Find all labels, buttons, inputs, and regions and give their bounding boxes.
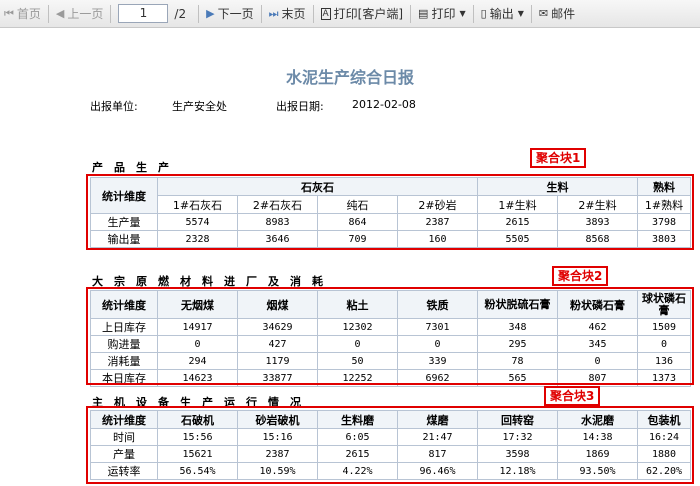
toolbar-divider — [530, 4, 532, 23]
export-button[interactable]: ▯ 输出 ▼ — [477, 3, 528, 25]
unit-label: 出报单位: — [90, 100, 138, 113]
print-client-button[interactable]: A 打印[客户端] — [317, 3, 408, 25]
toolbar-divider — [472, 4, 474, 23]
toolbar-divider — [47, 4, 49, 23]
aggregate-block-badge-1: 聚合块1 — [530, 148, 587, 168]
aggregate-block-badge-2: 聚合块2 — [552, 266, 609, 286]
printer-icon: ▤ — [418, 7, 429, 20]
toolbar-divider — [410, 4, 412, 23]
toolbar-divider — [260, 4, 262, 23]
chevron-down-icon: ▼ — [459, 9, 466, 18]
report-toolbar: ⏮ 首页 ◀ 上一页 1 /2 ▶ 下一页 ⏭ 末页 A 打印[客户端] ▤ 打印 ▼ ▯ 输出… — [0, 0, 700, 28]
aggregate-block-badge-3: 聚合块3 — [544, 386, 601, 406]
aggregate-block-outline-3 — [86, 406, 694, 484]
date-label: 出报日期: — [276, 100, 324, 113]
last-page-button[interactable]: ⏭ 末页 — [265, 3, 310, 25]
toolbar-divider — [198, 4, 200, 23]
print-button[interactable]: ▤ 打印 ▼ — [414, 3, 470, 25]
page-number-input[interactable]: 1 — [118, 4, 169, 23]
prev-page-label: 上一页 — [67, 7, 104, 21]
last-page-label: 末页 — [281, 7, 306, 21]
page-total: /2 — [174, 6, 187, 21]
first-page-label: 首页 — [16, 7, 41, 21]
toolbar-divider — [110, 4, 112, 23]
next-page-button[interactable]: ▶ 下一页 — [202, 3, 257, 25]
section-product-production: 产 品 生 产 — [92, 161, 169, 174]
aggregate-block-outline-2 — [86, 287, 694, 385]
print-client-label: 打印[客户端] — [333, 7, 404, 21]
print-label: 打印 — [431, 7, 456, 21]
aggregate-block-outline-1 — [86, 174, 694, 250]
first-page-icon: ⏮ — [4, 6, 14, 20]
export-label: 输出 — [489, 7, 514, 21]
prev-page-button[interactable]: ◀ 上一页 — [52, 3, 107, 25]
toolbar-divider — [312, 4, 314, 23]
next-page-icon: ▶ — [206, 7, 215, 20]
report-title: 水泥生产综合日报 — [285, 68, 414, 87]
export-icon: ▯ — [480, 7, 487, 20]
date-value: 2012-02-08 — [352, 98, 416, 111]
unit-value: 生产安全处 — [172, 100, 227, 113]
mail-icon: ✉ — [538, 7, 549, 20]
first-page-button[interactable]: ⏮ 首页 — [0, 3, 45, 25]
print-client-icon: A — [320, 7, 331, 20]
next-page-label: 下一页 — [217, 7, 254, 21]
last-page-icon: ⏭ — [268, 6, 279, 20]
mail-label: 邮件 — [551, 7, 576, 21]
chevron-down-icon: ▼ — [517, 9, 524, 18]
mail-button[interactable]: ✉ 邮件 — [535, 3, 579, 25]
prev-page-icon: ◀ — [55, 7, 65, 20]
